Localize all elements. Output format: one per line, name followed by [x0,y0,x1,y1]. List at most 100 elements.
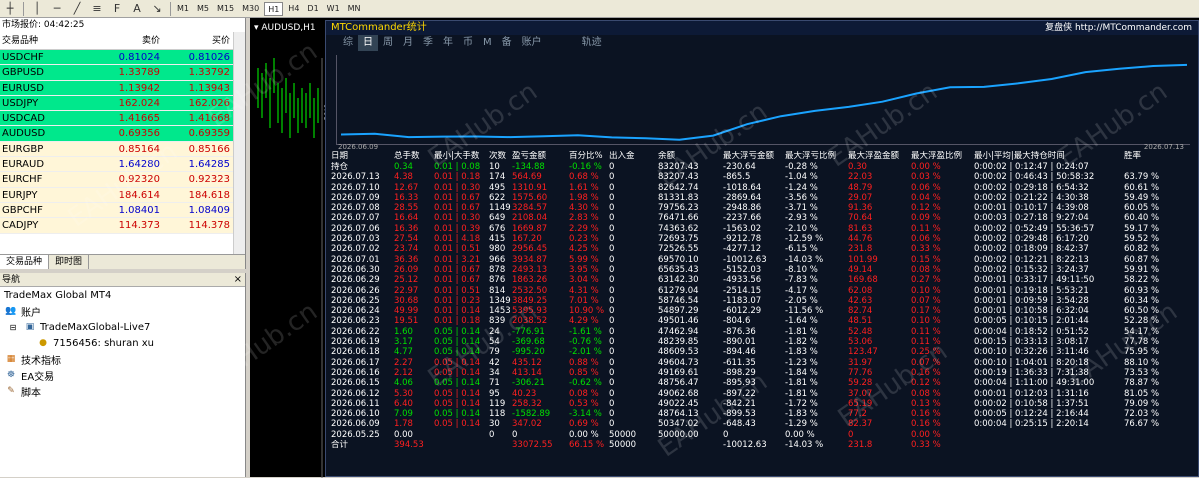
table-cell: -134.88 [512,162,545,172]
collapse-icon[interactable]: ⊟ [6,321,20,333]
table-row[interactable]: 2026.07.13 4.38 0.01 | 0.18 174 564.69 0.68 %… [331,172,1195,182]
tab-symbols[interactable]: 交易品种 [0,255,50,269]
timeframe-m5[interactable]: M5 [194,2,212,16]
table-row[interactable]: 2026.06.24 49.99 0.01 | 0.14 1453 5395.93 10.… [331,306,1195,316]
table-row[interactable]: 2026.06.29 25.12 0.01 | 0.67 876 1863.26 3.04… [331,275,1195,285]
table-cell: 66.15 % [569,440,605,451]
header-cell: 胜率 [1124,151,1142,161]
table-cell: 49.99 [394,306,419,317]
panel-site-link[interactable]: 复盘侠 http://MTCommander.com [1045,21,1192,35]
timeframe-m1[interactable]: M1 [174,2,192,16]
table-row[interactable]: 2026.06.11 6.40 0.05 | 0.14 119 258.32 0.53 %… [331,399,1195,409]
timeframe-m15[interactable]: M15 [214,2,237,16]
panel-tab[interactable]: 日 [358,35,378,51]
quote-row[interactable]: CADJPY 114.373 114.378 [0,218,245,234]
timeframe-h4[interactable]: H4 [285,2,302,16]
tab-tick-chart[interactable]: 即时图 [49,255,90,269]
nav-account-login[interactable]: ● 7156456: shuran xu [0,335,245,351]
table-row[interactable]: 2026.06.30 26.09 0.01 | 0.67 878 2493.13 3.95… [331,265,1195,275]
nav-indicators[interactable]: ▦ 技术指标 [0,351,245,367]
table-row[interactable]: 2026.07.03 27.54 0.01 | 4.18 415 167.20 0.23 … [331,234,1195,244]
table-row[interactable]: 2026.05.25 0.00 0 0 0.00 % 50000 50000.00 0 0.00… [331,430,1195,440]
vertical-line-icon[interactable]: │ [27,1,47,17]
table-row[interactable]: 2026.06.15 4.06 0.05 | 0.14 71 -306.21 -0.62 … [331,378,1195,388]
timeframe-w1[interactable]: W1 [324,2,343,16]
quote-row[interactable]: EURUSD 1.13942 1.13943 [0,80,245,96]
table-row[interactable]: 2026.06.22 1.60 0.05 | 0.14 24 -776.91 -1.61 … [331,327,1195,337]
table-row[interactable]: 2026.06.19 3.17 0.05 | 0.14 54 -369.68 -0.76 … [331,337,1195,347]
panel-tab[interactable]: M [478,35,497,51]
nav-broker[interactable]: TradeMax Global MT4 [0,287,245,303]
table-row[interactable]: 持仓 0.34 0.01 | 0.08 10 -134.88 -0.16 % 0 83207.… [331,162,1195,172]
timeframe-d1[interactable]: D1 [304,2,321,16]
quote-row[interactable]: USDCAD 1.41665 1.41668 [0,111,245,127]
panel-tab[interactable]: 周 [378,35,398,51]
trendline-icon[interactable]: ╱ [67,1,87,17]
quote-row[interactable]: USDJPY 162.024 162.026 [0,95,245,112]
table-row[interactable]: 2026.07.02 23.74 0.01 | 0.51 980 2956.45 4.25… [331,244,1195,254]
panel-tab[interactable]: 年 [438,35,458,51]
table-row[interactable]: 合计 394.53 33072.55 66.15 % 50000 -10012.63 -14… [331,440,1195,450]
panel-tab[interactable]: 轨迹 [577,35,607,51]
table-row[interactable]: 2026.06.26 22.97 0.01 | 0.51 814 2532.50 4.31… [331,286,1195,296]
nav-scripts[interactable]: ✎ 脚本 [0,383,245,399]
quote-row[interactable]: EURAUD 1.64280 1.64285 [0,157,245,173]
fibonacci-icon[interactable]: F [107,1,127,17]
quote-row[interactable]: EURJPY 184.614 184.618 [0,187,245,203]
panel-tab[interactable]: 季 [418,35,438,51]
table-row[interactable]: 2026.07.06 16.36 0.01 | 0.39 676 1669.87 2.29… [331,224,1195,234]
table-row[interactable]: 2026.07.07 16.64 0.01 | 0.30 649 2108.04 2.83… [331,213,1195,223]
quote-row[interactable]: GBPUSD 1.33789 1.33792 [0,65,245,81]
arrow-tool-icon[interactable]: ↘ [147,1,167,17]
table-cell: 2.27 [394,357,413,368]
quote-row[interactable]: AUDUSD 0.69356 0.69359 [0,126,245,142]
table-row[interactable]: 2026.06.25 30.68 0.01 | 0.23 1349 3849.25 7.0… [331,296,1195,306]
table-cell: 60.82 % [1124,244,1160,255]
panel-tab[interactable]: 备 [497,35,517,51]
market-watch-scrollbar[interactable] [233,32,245,254]
panel-tab[interactable]: 币 [458,35,478,51]
quote-row[interactable]: EURGBP 0.85164 0.85166 [0,141,245,158]
col-symbol-header[interactable]: 交易品种 [0,32,88,49]
close-icon[interactable]: × [234,273,242,287]
timeframe-h1[interactable]: H1 [264,1,284,16]
quote-row[interactable]: EURCHF 0.92320 0.92323 [0,172,245,188]
col-ask-header[interactable]: 买价 [160,32,230,49]
table-row[interactable]: 2026.06.23 19.51 0.01 | 0.18 839 2038.52 4.29… [331,316,1195,326]
panel-tab[interactable]: 账户 [517,35,547,51]
table-cell: 16.36 [394,223,419,234]
table-row[interactable]: 2026.06.16 2.12 0.05 | 0.14 34 413.14 0.85 % 0… [331,368,1195,378]
table-row[interactable]: 2026.07.08 28.55 0.01 | 0.67 1149 3284.57 4.3… [331,203,1195,213]
channel-icon[interactable]: ≡ [87,1,107,17]
table-cell: -0.62 % [569,378,602,389]
quote-bid: 1.33789 [118,67,160,79]
text-tool-icon[interactable]: A [127,1,147,17]
table-row[interactable]: 2026.06.09 1.78 0.05 | 0.14 30 347.02 0.69 % 0… [331,419,1195,429]
table-cell: 676 [489,223,506,234]
timeframe-m30[interactable]: M30 [239,2,262,16]
horizontal-line-icon[interactable]: ─ [47,1,67,17]
crosshair-icon[interactable]: ┼ [0,1,20,17]
table-row[interactable]: 2026.06.18 4.77 0.05 | 0.14 79 -995.20 -2.01 … [331,347,1195,357]
table-row[interactable]: 2026.07.09 16.33 0.01 | 0.67 622 1575.60 1.98… [331,193,1195,203]
nav-expert-advisors[interactable]: ☸ EA交易 [0,367,245,383]
timeframe-mn[interactable]: MN [345,2,364,16]
panel-tab[interactable]: 综 [338,35,358,51]
table-row[interactable]: 2026.07.10 12.67 0.01 | 0.30 495 1310.91 1.61… [331,183,1195,193]
table-cell: 0 [609,295,615,306]
table-cell: 0.11 % [911,337,941,348]
table-row[interactable]: 2026.06.17 2.27 0.05 | 0.14 42 435.12 0.88 % 0… [331,358,1195,368]
table-cell: -14.03 % [785,440,824,451]
col-bid-header[interactable]: 卖价 [88,32,160,49]
table-row[interactable]: 2026.07.01 36.36 0.01 | 3.21 966 3934.87 5.99… [331,255,1195,265]
table-cell: 0.85 % [569,367,599,378]
quote-row[interactable]: GBPCHF 1.08401 1.08409 [0,202,245,219]
table-cell: 0.13 % [911,398,941,409]
nav-server[interactable]: ⊟ ▣ TradeMaxGlobal-Live7 [0,319,245,335]
table-row[interactable]: 2026.06.10 7.09 0.05 | 0.14 118 -1582.89 -3.1… [331,409,1195,419]
table-cell: 82.74 [848,306,873,317]
nav-accounts[interactable]: 👥 账户 [0,303,245,319]
panel-tab[interactable]: 月 [398,35,418,51]
table-row[interactable]: 2026.06.12 5.30 0.05 | 0.14 95 40.23 0.08 % 0 4… [331,389,1195,399]
quote-row[interactable]: USDCHF 0.81024 0.81026 [0,50,245,66]
